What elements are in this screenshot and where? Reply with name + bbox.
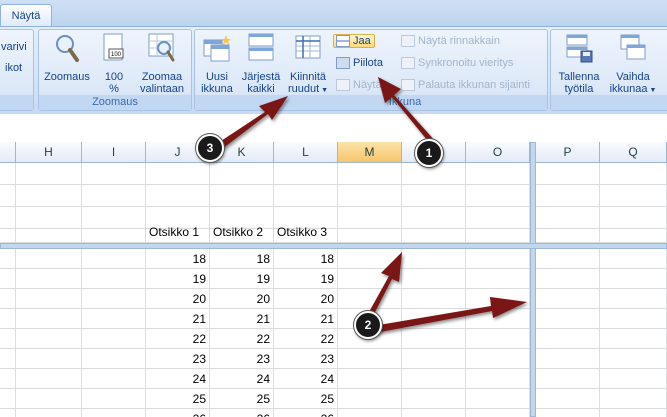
arrow-3 [218, 96, 288, 149]
arrow-1 [378, 77, 436, 146]
arrow-2-up [369, 252, 402, 314]
annotation-arrows [218, 77, 527, 333]
callout-3: 3 [196, 134, 224, 162]
callout-2: 2 [354, 311, 382, 339]
callout-1: 1 [415, 139, 443, 167]
excel-window: Näytä varivi ikot Zoomaus 100 100 % Zoom… [0, 0, 667, 417]
arrow-2-right [373, 297, 527, 333]
